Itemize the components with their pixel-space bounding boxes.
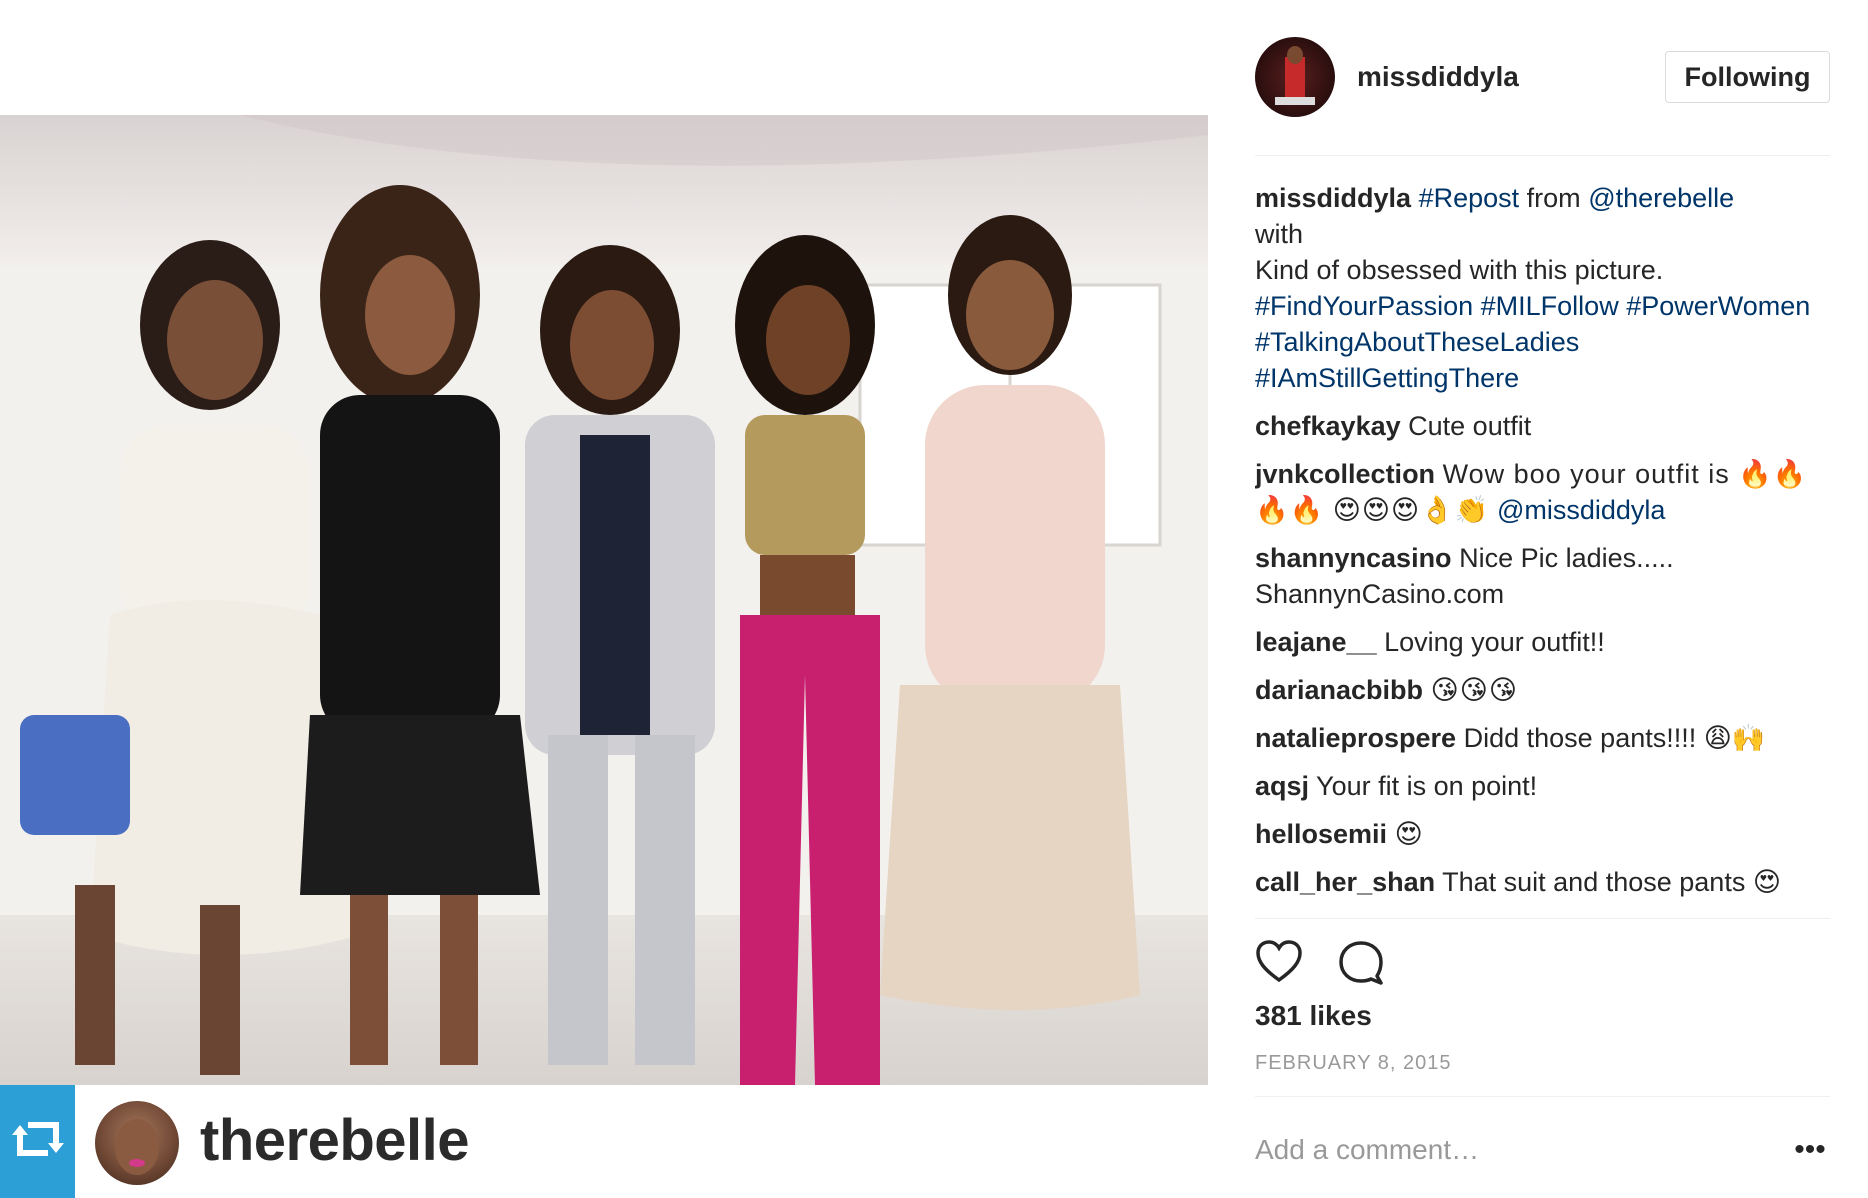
caption: missdiddyla #Repost from @therebelle wit… [1255, 180, 1830, 396]
caption-text: with [1255, 219, 1304, 249]
comment-username[interactable]: leajane__ [1255, 627, 1377, 657]
comment-username[interactable]: hellosemii [1255, 819, 1387, 849]
comment: darianacbibb 😘😘😘 [1255, 672, 1830, 708]
photo-illustration [0, 115, 1208, 1100]
comment: jvnkcollection Wow boo your outfit is 🔥🔥… [1255, 456, 1830, 528]
author-avatar[interactable] [1255, 37, 1335, 117]
heart-icon[interactable] [1255, 938, 1303, 986]
comment-username[interactable]: chefkaykay [1255, 411, 1401, 441]
comment: hellosemii 😍 [1255, 816, 1830, 852]
following-button[interactable]: Following [1665, 51, 1830, 103]
caption-text: Kind of obsessed with this picture. [1255, 255, 1664, 285]
post-media: therebelle [0, 0, 1235, 1198]
post-header: missdiddyla Following [1255, 37, 1830, 122]
comment-text: Didd those pants!!!! 😩🙌 [1463, 723, 1766, 753]
comment: leajane__ Loving your outfit!! [1255, 624, 1830, 660]
more-options-button[interactable]: ••• [1790, 1130, 1830, 1170]
repost-badge [0, 1085, 75, 1198]
comment-text: 😍 [1394, 819, 1424, 849]
post-date: FEBRUARY 8, 2015 [1255, 1052, 1452, 1074]
repost-avatar [95, 1101, 179, 1185]
caption-text: from [1526, 183, 1581, 213]
comment-input[interactable] [1255, 1120, 1755, 1180]
date-divider [1255, 1096, 1830, 1097]
post-actions [1255, 938, 1830, 988]
comment-username[interactable]: aqsj [1255, 771, 1309, 801]
caption-hashtag[interactable]: #Repost [1419, 183, 1520, 213]
comment-text: Your fit is on point! [1316, 771, 1538, 801]
comment: aqsj Your fit is on point! [1255, 768, 1830, 804]
comment-username[interactable]: jvnkcollection [1255, 459, 1435, 489]
caption-username[interactable]: missdiddyla [1255, 183, 1411, 213]
post-photo[interactable] [0, 115, 1208, 1100]
comment-username[interactable]: darianacbibb [1255, 675, 1423, 705]
repost-icon [11, 1117, 64, 1166]
comment: natalieprospere Didd those pants!!!! 😩🙌 [1255, 720, 1830, 756]
post-panel: missdiddyla Following missdiddyla #Repos… [1255, 0, 1845, 1198]
header-divider [1255, 155, 1830, 156]
repost-bar: therebelle [0, 1085, 1208, 1198]
caption-hashtags[interactable]: #FindYourPassion #MILFollow #PowerWomen … [1255, 291, 1810, 393]
comment-username[interactable]: shannyncasino [1255, 543, 1452, 573]
comments-divider [1255, 918, 1830, 919]
comment-icon[interactable] [1337, 938, 1385, 986]
comment-username[interactable]: call_her_shan [1255, 867, 1435, 897]
likes-count[interactable]: 381 likes [1255, 1000, 1372, 1032]
comment-text: Cute outfit [1408, 411, 1532, 441]
comment-text: That suit and those pants 😍 [1442, 867, 1781, 897]
repost-username: therebelle [200, 1108, 470, 1173]
comment: call_her_shan That suit and those pants … [1255, 864, 1830, 900]
comments-list: missdiddyla #Repost from @therebelle wit… [1255, 180, 1830, 915]
comment: chefkaykay Cute outfit [1255, 408, 1830, 444]
comment-username[interactable]: natalieprospere [1255, 723, 1456, 753]
comment: shannyncasino Nice Pic ladies..... Shann… [1255, 540, 1830, 612]
comment-mention[interactable]: @missdiddyla [1497, 495, 1665, 525]
author-username[interactable]: missdiddyla [1357, 61, 1519, 93]
caption-mention[interactable]: @therebelle [1588, 183, 1734, 213]
comment-text: 😘😘😘 [1430, 675, 1519, 705]
comment-text: Loving your outfit!! [1384, 627, 1605, 657]
comment-box: ••• [1255, 1120, 1830, 1180]
